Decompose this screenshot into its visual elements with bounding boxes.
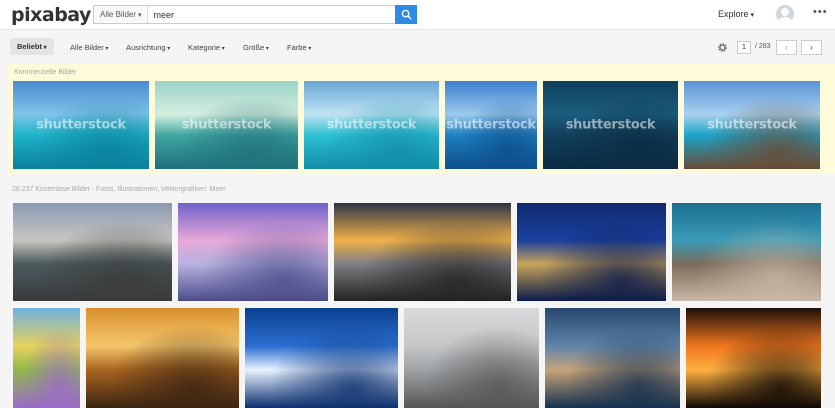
user-avatar[interactable] (776, 5, 794, 23)
search-button[interactable] (395, 5, 417, 24)
result-image-person-pink-sunset-beach[interactable] (178, 203, 328, 301)
prev-page-button[interactable]: ‹ (776, 40, 797, 55)
sponsored-image-lighthouse-illustration[interactable]: shutterstock (155, 81, 298, 169)
sponsored-image-aerial-deep-blue-sea[interactable]: shutterstock (543, 81, 678, 169)
watermark-text: shutterstock (181, 117, 272, 133)
watermark-text: shutterstock (326, 117, 417, 133)
next-page-button[interactable]: › (801, 40, 822, 55)
filter-bar: Beliebt Alle Bilder Ausrichtung Kategori… (0, 38, 835, 58)
result-image-rocky-shore-sunset-waves[interactable] (334, 203, 511, 301)
filter-size[interactable]: Größe (243, 43, 269, 52)
sponsored-image-turquoise-ocean-horizon[interactable]: shutterstock (304, 81, 439, 169)
results-count-label: 28.237 Kostenlose Bilder - Fotos, Illust… (12, 186, 226, 193)
explore-menu[interactable]: Explore (718, 9, 754, 19)
result-image-sailing-ship-golden-sea[interactable] (86, 308, 239, 408)
pixabay-logo[interactable]: pixabay (11, 4, 91, 26)
sponsored-image-calm-ocean-horizon[interactable]: shutterstock (445, 81, 537, 169)
settings-gear-icon[interactable] (717, 42, 728, 53)
result-image-breaking-wave-dusk[interactable] (545, 308, 680, 408)
search-bar: Alle Bilder (93, 5, 417, 24)
filter-orientation[interactable]: Ausrichtung (126, 43, 170, 52)
sort-filter[interactable]: Beliebt (10, 38, 54, 55)
filter-type[interactable]: Alle Bilder (70, 43, 108, 52)
result-image-orange-sunset-sea[interactable] (686, 308, 821, 408)
result-image-diver-on-rocks[interactable] (672, 203, 821, 301)
page-total: / 283 (755, 43, 771, 50)
result-image-jellyfish-blue[interactable] (517, 203, 666, 301)
search-input[interactable] (148, 6, 395, 23)
more-menu-icon[interactable]: ••• (813, 6, 828, 18)
sponsored-label: Kommerzielle Bilder (14, 69, 77, 76)
watermark-text: shutterstock (565, 117, 656, 133)
result-image-blue-wave-foam[interactable] (245, 308, 398, 408)
result-image-amalfi-coast[interactable] (13, 203, 172, 301)
watermark-text: shutterstock (36, 117, 126, 133)
sponsored-image-coastal-rocks[interactable]: shutterstock (684, 81, 820, 169)
page-number-input[interactable]: 1 (737, 41, 751, 54)
search-icon (401, 9, 412, 20)
result-image-two-people-foggy-beach[interactable] (404, 308, 539, 408)
filter-category[interactable]: Kategorie (188, 43, 225, 52)
top-bar: pixabay Alle Bilder Explore ••• (0, 0, 835, 30)
sponsored-image-tropical-sea-waves[interactable]: shutterstock (13, 81, 149, 169)
result-image-sea-urchins-stack[interactable] (13, 308, 80, 408)
watermark-text: shutterstock (707, 117, 797, 133)
search-category-select[interactable]: Alle Bilder (94, 6, 149, 23)
filter-color[interactable]: Farbe (287, 43, 311, 52)
watermark-text: shutterstock (446, 117, 536, 133)
